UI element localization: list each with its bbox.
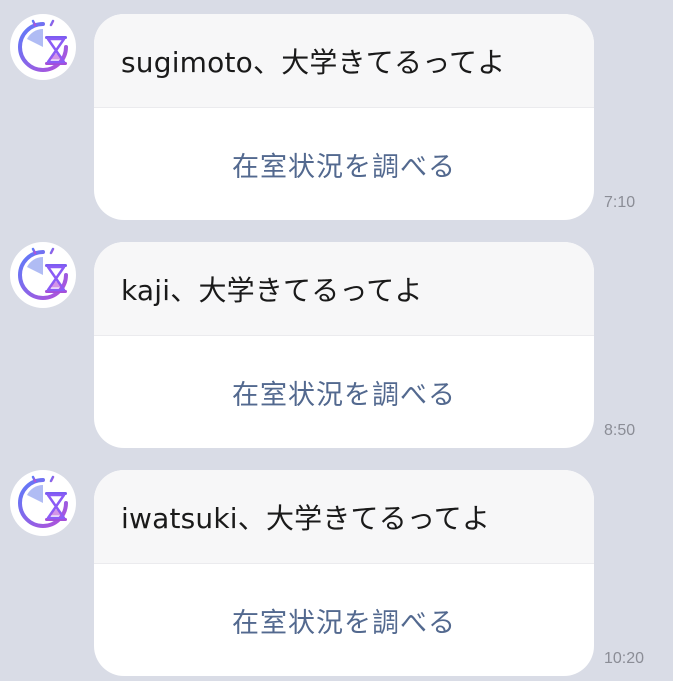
- check-room-status-button[interactable]: 在室状況を調べる: [94, 336, 594, 448]
- message-timestamp: 7:10: [604, 194, 636, 211]
- message-card: kaji、大学きてるってよ 在室状況を調べる: [94, 242, 594, 448]
- bot-avatar-icon[interactable]: [10, 14, 76, 80]
- message-timestamp: 8:50: [604, 422, 636, 439]
- message-text: kaji、大学きてるってよ: [94, 242, 594, 336]
- message-timestamp: 10:20: [604, 650, 645, 667]
- message-card: sugimoto、大学きてるってよ 在室状況を調べる: [94, 14, 594, 220]
- check-room-status-button[interactable]: 在室状況を調べる: [94, 564, 594, 676]
- bot-avatar-icon[interactable]: [10, 470, 76, 536]
- chat-message: iwatsuki、大学きてるってよ 在室状況を調べる 10:20: [0, 470, 673, 680]
- chat-message: kaji、大学きてるってよ 在室状況を調べる 8:50: [0, 242, 673, 452]
- check-room-status-button[interactable]: 在室状況を調べる: [94, 108, 594, 220]
- message-card: iwatsuki、大学きてるってよ 在室状況を調べる: [94, 470, 594, 676]
- message-text: sugimoto、大学きてるってよ: [94, 14, 594, 108]
- bot-avatar-icon[interactable]: [10, 242, 76, 308]
- chat-message: sugimoto、大学きてるってよ 在室状況を調べる 7:10: [0, 14, 673, 224]
- message-text: iwatsuki、大学きてるってよ: [94, 470, 594, 564]
